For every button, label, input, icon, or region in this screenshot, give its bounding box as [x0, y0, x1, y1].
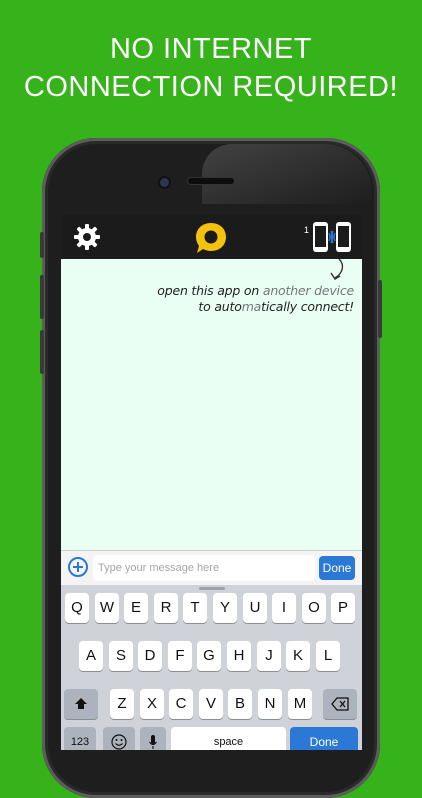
- key-g[interactable]: G: [197, 641, 221, 671]
- add-attachment-button[interactable]: [68, 557, 88, 577]
- shift-arrow-icon: [75, 698, 87, 709]
- key-e[interactable]: E: [124, 593, 148, 623]
- volume-up-button: [40, 275, 44, 319]
- key-u[interactable]: U: [243, 593, 267, 623]
- key-z[interactable]: Z: [110, 689, 134, 719]
- key-s[interactable]: S: [109, 641, 133, 671]
- hint-text-highlight: another device: [262, 283, 354, 298]
- headline-line-2: CONNECTION REQUIRED!: [23, 71, 399, 103]
- key-f[interactable]: F: [168, 641, 192, 671]
- key-p[interactable]: P: [331, 593, 355, 623]
- power-button: [378, 280, 382, 338]
- key-d[interactable]: D: [138, 641, 162, 671]
- done-button[interactable]: Done: [319, 556, 355, 580]
- earpiece-speaker: [188, 178, 234, 184]
- key-q[interactable]: Q: [65, 593, 89, 623]
- nav-bar: 1: [61, 215, 362, 259]
- key-w[interactable]: W: [95, 593, 119, 623]
- key-l[interactable]: L: [316, 641, 340, 671]
- key-k[interactable]: K: [286, 641, 310, 671]
- chat-bubble-logo-icon: [196, 223, 226, 253]
- hint-text-highlight: ma: [241, 299, 262, 314]
- key-b[interactable]: B: [228, 689, 252, 719]
- connection-count: 1: [304, 225, 310, 235]
- hint-text: open this app on: [157, 283, 263, 298]
- dictation-key[interactable]: [140, 727, 166, 750]
- emoji-icon: [111, 734, 127, 750]
- devices-connect-icon[interactable]: [312, 221, 352, 253]
- key-i[interactable]: I: [272, 593, 296, 623]
- message-input-bar: Done: [61, 550, 362, 585]
- backspace-icon: [331, 697, 349, 711]
- space-key[interactable]: space: [171, 727, 286, 750]
- key-r[interactable]: R: [154, 593, 178, 623]
- emoji-key[interactable]: [103, 727, 135, 750]
- key-x[interactable]: X: [140, 689, 164, 719]
- keyboard-handle: [199, 587, 225, 590]
- phone-sheen: [202, 144, 372, 204]
- key-t[interactable]: T: [183, 593, 207, 623]
- key-j[interactable]: J: [257, 641, 281, 671]
- front-camera: [160, 178, 169, 187]
- headline-line-1: NO INTERNET: [109, 33, 313, 65]
- volume-down-button: [40, 330, 44, 374]
- on-screen-keyboard: 123 space Done QWERTYUIOP ASDFGHJKL ZXCVBN…: [61, 585, 362, 750]
- connect-hint-line-2: to automatically connect!: [198, 299, 354, 314]
- key-m[interactable]: M: [288, 689, 312, 719]
- connect-hint-line-1: open this app on another device: [157, 283, 354, 298]
- gear-icon[interactable]: [73, 223, 101, 251]
- key-n[interactable]: N: [258, 689, 282, 719]
- key-o[interactable]: O: [302, 593, 326, 623]
- microphone-icon: [149, 735, 157, 749]
- backspace-key[interactable]: [323, 689, 357, 719]
- mute-switch: [40, 232, 44, 258]
- keyboard-done-key[interactable]: Done: [290, 727, 358, 750]
- hint-text: to auto: [198, 299, 242, 314]
- message-input[interactable]: [93, 555, 315, 581]
- curved-arrow-icon: [330, 258, 344, 280]
- key-v[interactable]: V: [199, 689, 223, 719]
- key-c[interactable]: C: [169, 689, 193, 719]
- key-h[interactable]: H: [227, 641, 251, 671]
- shift-key[interactable]: [64, 689, 98, 719]
- key-y[interactable]: Y: [213, 593, 237, 623]
- app-screen: 1 open this app on another device to aut…: [61, 215, 362, 750]
- numbers-key[interactable]: 123: [64, 727, 96, 750]
- hint-text: tically connect!: [261, 299, 354, 314]
- key-a[interactable]: A: [79, 641, 103, 671]
